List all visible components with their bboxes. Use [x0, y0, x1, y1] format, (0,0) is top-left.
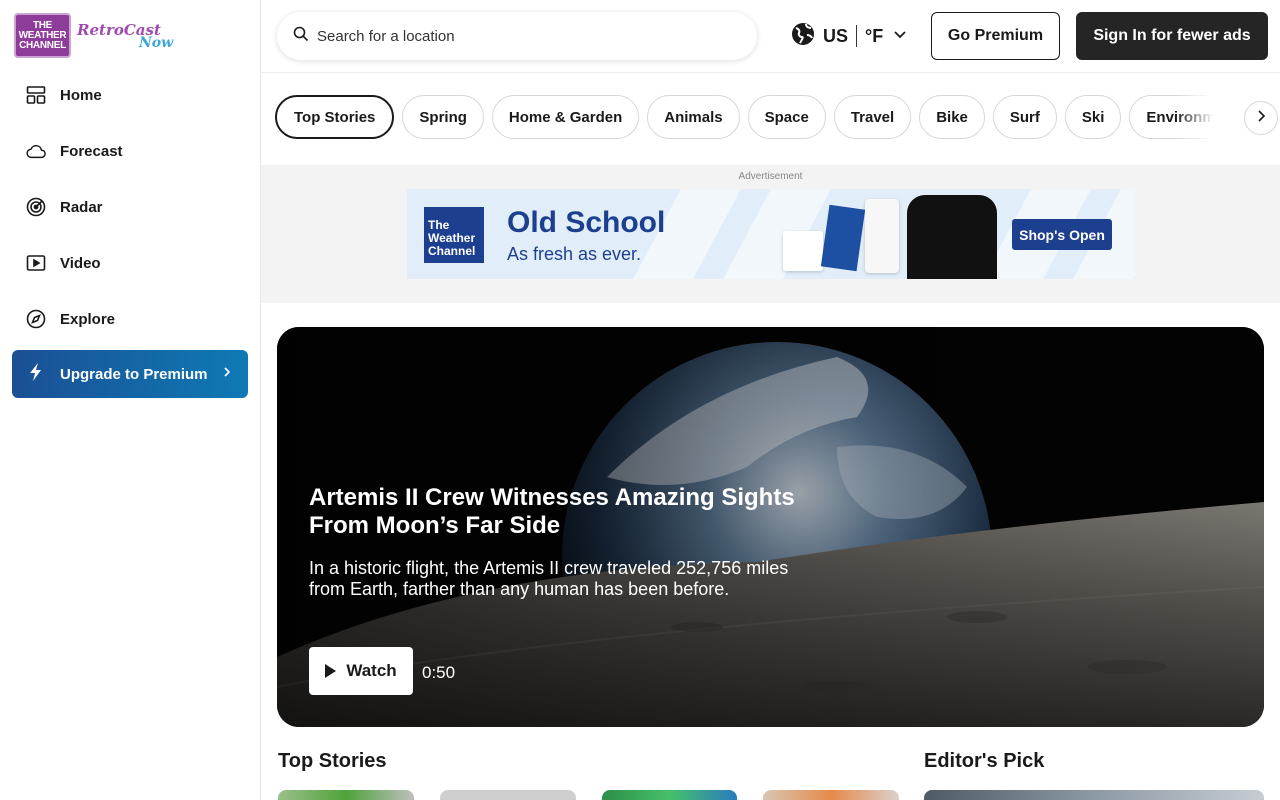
watch-label: Watch [346, 661, 397, 680]
locale-unit-selector[interactable]: US °F [791, 22, 907, 50]
ad-brand-line: Channel [428, 244, 476, 258]
sidebar-nav: Home Forecast Radar Video Explore Upgrad… [12, 67, 248, 398]
top-stories-heading: Top Stories [278, 750, 387, 772]
logo[interactable]: THE WEATHER CHANNEL RetroCast Now [14, 13, 173, 58]
watch-button[interactable]: Watch [309, 647, 413, 695]
ad-tumbler-image [865, 199, 899, 273]
ad-band: Advertisement The Weather Channel Old Sc… [261, 165, 1280, 303]
category-chip[interactable]: Ski [1064, 95, 1122, 139]
category-chip[interactable]: Top Stories [275, 95, 395, 139]
logo-line: THE [32, 19, 53, 31]
sidebar-item-label: Explore [60, 310, 116, 328]
cloud-icon [26, 141, 46, 161]
category-chip[interactable]: Bike [919, 95, 985, 139]
sidebar-item-label: Radar [60, 198, 103, 216]
retrocast-wordmark: RetroCast Now [77, 21, 173, 51]
chips-fade [1175, 95, 1223, 139]
sidebar-item-radar[interactable]: Radar [12, 179, 248, 235]
sidebar: THE WEATHER CHANNEL RetroCast Now Home F… [0, 0, 261, 800]
sidebar-item-forecast[interactable]: Forecast [12, 123, 248, 179]
retrocast-now-text: Now [139, 34, 174, 51]
weather-channel-logo: THE WEATHER CHANNEL [14, 13, 71, 58]
video-duration: 0:50 [422, 663, 456, 682]
play-icon [325, 664, 337, 678]
sidebar-item-label: Home [60, 86, 102, 104]
category-chip[interactable]: Animals [647, 95, 740, 139]
ad-brand-logo: The Weather Channel [424, 207, 484, 263]
story-thumbnail[interactable] [278, 790, 414, 800]
category-chip[interactable]: Spring [402, 95, 484, 139]
sidebar-item-label: Forecast [60, 142, 123, 160]
upgrade-premium-button[interactable]: Upgrade to Premium [12, 350, 248, 398]
sidebar-item-home[interactable]: Home [12, 67, 248, 123]
ad-subline: As fresh as ever. [507, 244, 642, 264]
hero-title[interactable]: Artemis II Crew Witnesses Amazing Sights… [309, 484, 809, 540]
ad-cta-button[interactable]: Shop's Open [1012, 219, 1112, 250]
chevron-right-icon [1256, 109, 1266, 128]
chevron-down-icon [893, 27, 907, 45]
search-input[interactable] [317, 27, 717, 45]
hero-video-card[interactable]: Artemis II Crew Witnesses Amazing Sights… [277, 327, 1264, 727]
chips-next-button[interactable] [1244, 101, 1278, 135]
editors-pick-thumbnail[interactable] [924, 790, 1264, 800]
story-thumbnail[interactable] [440, 790, 576, 800]
sidebar-item-video[interactable]: Video [12, 235, 248, 291]
sidebar-item-explore[interactable]: Explore [12, 291, 248, 347]
category-chip[interactable]: Home & Garden [491, 95, 640, 139]
globe-icon [791, 22, 815, 51]
top-header: US °F Go Premium Sign In for fewer ads [261, 0, 1280, 73]
sign-in-button[interactable]: Sign In for fewer ads [1076, 12, 1268, 60]
advertisement-banner[interactable]: The Weather Channel Old School As fresh … [407, 189, 1135, 279]
ad-notebook-image [820, 204, 866, 272]
region-label: US [823, 25, 849, 46]
radar-icon [26, 197, 46, 217]
lightning-icon [26, 362, 46, 387]
category-chips: Top Stories Spring Home & Garden Animals Spa… [275, 95, 1215, 139]
unit-label: °F [865, 25, 884, 46]
ad-sweatshirt-image [907, 195, 997, 279]
editors-pick-heading: Editor's Pick [924, 750, 1045, 772]
sidebar-item-label: Video [60, 254, 101, 272]
category-chip[interactable]: Space [747, 95, 826, 139]
advertisement-label: Advertisement [738, 171, 803, 182]
home-icon [26, 85, 46, 105]
search-icon [293, 26, 309, 47]
upgrade-premium-label: Upgrade to Premium [60, 365, 208, 383]
ad-headline: Old School [507, 206, 666, 239]
compass-icon [26, 309, 46, 329]
locale-divider [856, 25, 858, 47]
logo-line: CHANNEL [19, 39, 66, 51]
logo-line: WEATHER [18, 29, 67, 41]
ad-mug-image [783, 231, 823, 271]
video-icon [26, 253, 46, 273]
hero-description: In a historic flight, the Artemis II cre… [309, 558, 789, 599]
chevron-right-icon [222, 365, 232, 383]
story-thumbnail[interactable] [763, 790, 899, 800]
category-chip[interactable]: Surf [992, 95, 1057, 139]
search-bar[interactable] [277, 12, 757, 60]
go-premium-button[interactable]: Go Premium [931, 12, 1060, 60]
category-chip[interactable]: Travel [833, 95, 912, 139]
story-thumbnail[interactable] [602, 790, 737, 800]
